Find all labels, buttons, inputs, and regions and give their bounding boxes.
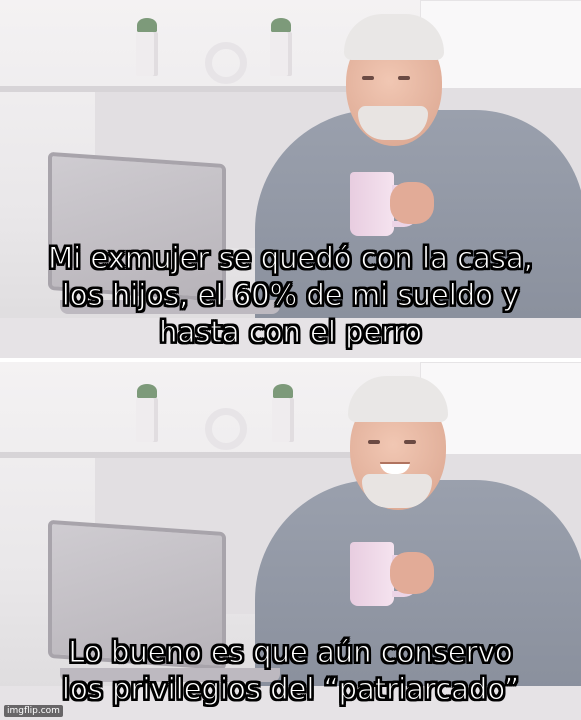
plant-pot bbox=[272, 398, 294, 442]
plant bbox=[271, 18, 291, 32]
eye bbox=[404, 440, 416, 444]
shelf bbox=[0, 86, 360, 92]
hand bbox=[390, 182, 434, 224]
plant bbox=[137, 18, 157, 32]
eye bbox=[368, 440, 380, 444]
hand bbox=[390, 552, 434, 594]
plant bbox=[273, 384, 293, 398]
caption-line: los hijos, el 60% de mi sueldo y bbox=[61, 278, 520, 313]
meme-image: Mi exmujer se quedó con la casa, los hij… bbox=[0, 0, 581, 720]
caption-line: los privilegios del “patriarcado” bbox=[61, 672, 520, 707]
eye bbox=[362, 76, 374, 80]
top-caption: Mi exmujer se quedó con la casa, los hij… bbox=[0, 240, 581, 351]
caption-line: Mi exmujer se quedó con la casa, bbox=[48, 241, 534, 276]
plant-pot bbox=[270, 32, 292, 76]
caption-line: Lo bueno es que aún conservo bbox=[68, 635, 513, 670]
watermark: imgflip.com bbox=[4, 705, 63, 717]
plant-pot bbox=[136, 32, 158, 76]
shelf bbox=[0, 452, 360, 458]
bottom-caption: Lo bueno es que aún conservo los privile… bbox=[0, 634, 581, 708]
caption-line: hasta con el perro bbox=[159, 315, 423, 350]
mug bbox=[350, 542, 394, 606]
mug bbox=[350, 172, 394, 236]
ring-decoration bbox=[205, 408, 247, 450]
plant bbox=[137, 384, 157, 398]
ring-decoration bbox=[205, 42, 247, 84]
plant-pot bbox=[136, 398, 158, 442]
eye bbox=[398, 76, 410, 80]
bottom-panel: Lo bueno es que aún conservo los privile… bbox=[0, 362, 581, 720]
top-panel: Mi exmujer se quedó con la casa, los hij… bbox=[0, 0, 581, 358]
